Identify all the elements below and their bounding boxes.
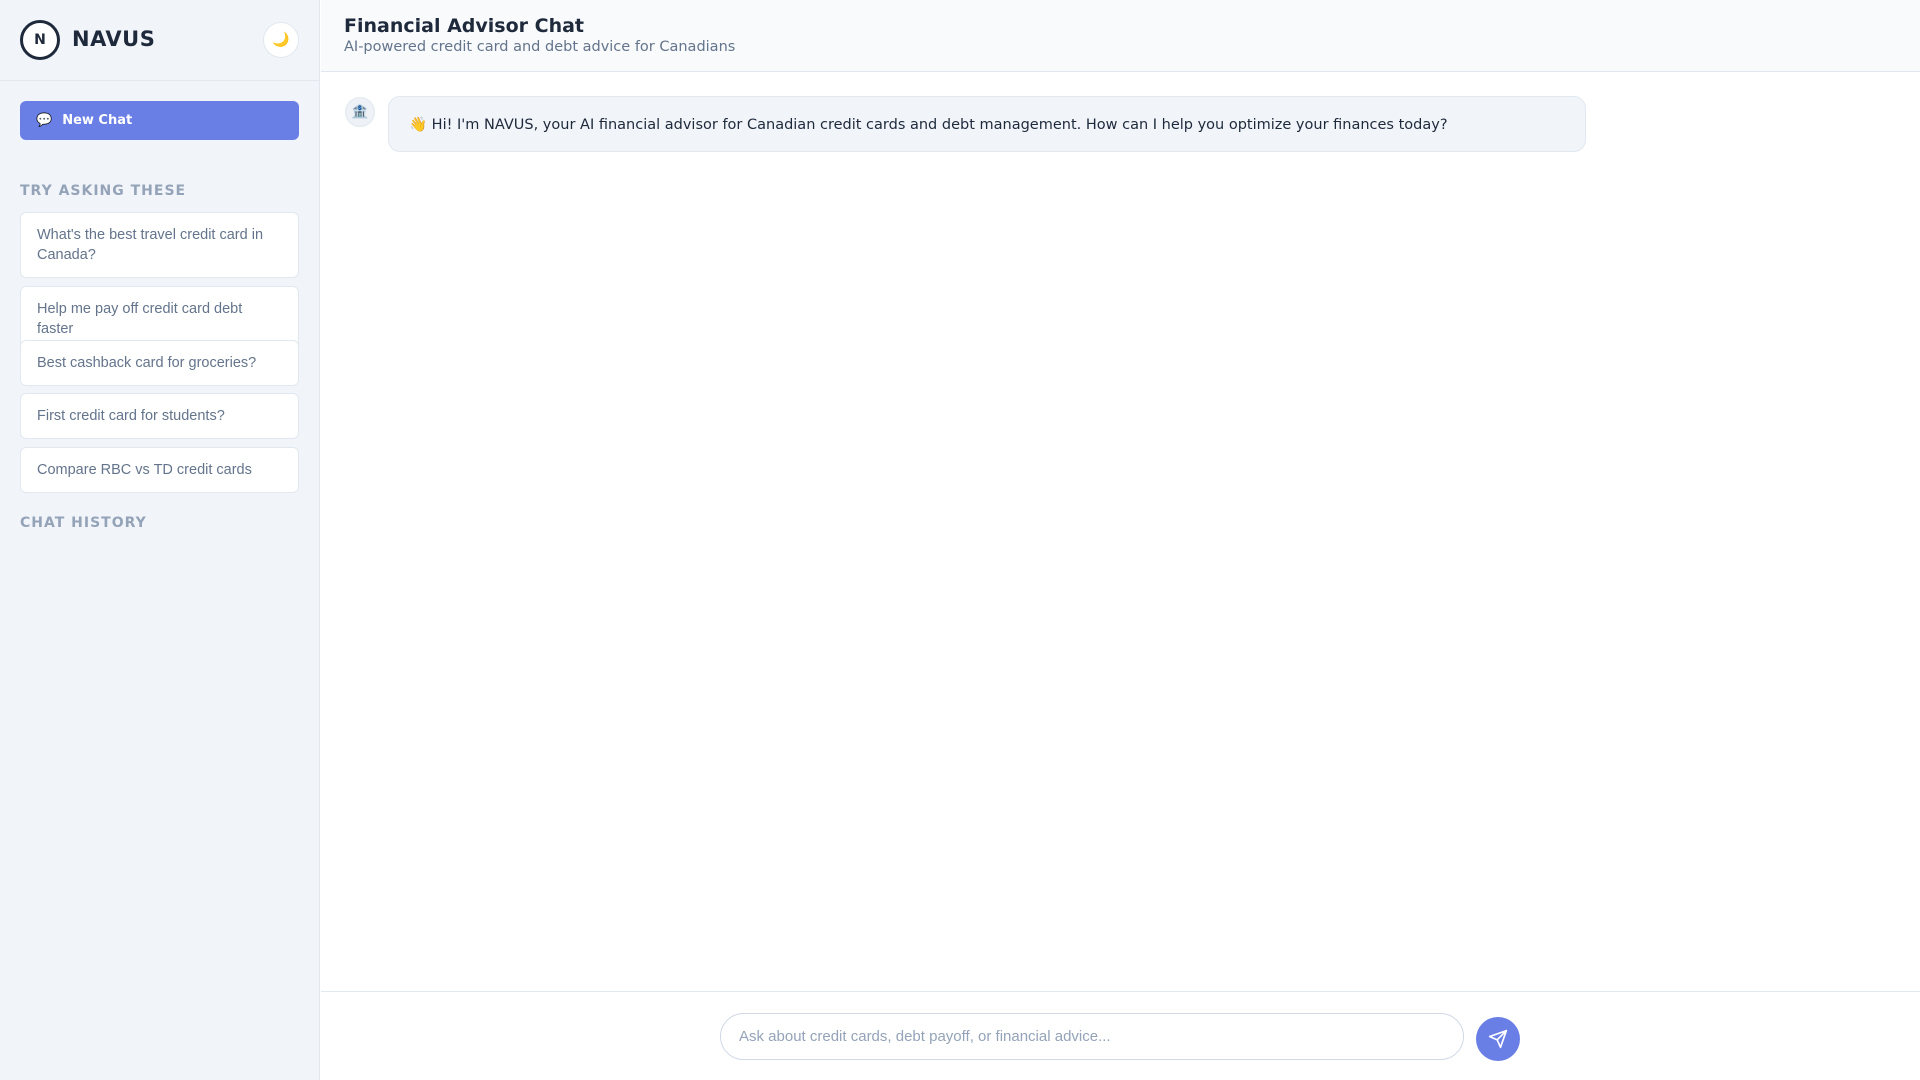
theme-toggle-button[interactable]: 🌙 bbox=[263, 22, 299, 58]
suggestion-travel-card[interactable]: What's the best travel credit card in Ca… bbox=[20, 212, 299, 278]
assistant-message-text: 👋 Hi! I'm NAVUS, your AI financial advis… bbox=[409, 116, 1448, 133]
assistant-avatar: 🏦 bbox=[345, 97, 375, 127]
suggestions-heading: TRY ASKING THESE bbox=[20, 183, 187, 199]
navus-logo: N bbox=[20, 20, 60, 60]
message-input[interactable] bbox=[720, 1013, 1464, 1060]
chat-history-heading: CHAT HISTORY bbox=[20, 515, 147, 531]
suggestion-cashback-groceries[interactable]: Best cashback card for groceries? bbox=[20, 340, 299, 386]
chat-bubble-icon: 💬 bbox=[36, 113, 53, 128]
send-icon bbox=[1488, 1029, 1508, 1049]
suggestion-compare-rbc-td[interactable]: Compare RBC vs TD credit cards bbox=[20, 447, 299, 493]
sidebar: N NAVUS 🌙 💬 New Chat TRY ASKING THESE Wh… bbox=[0, 0, 320, 1080]
new-chat-button[interactable]: 💬 New Chat bbox=[20, 101, 299, 140]
new-chat-label: New Chat bbox=[62, 113, 133, 128]
send-button[interactable] bbox=[1476, 1017, 1520, 1061]
moon-icon: 🌙 bbox=[272, 32, 290, 48]
chat-header: Financial Advisor Chat AI-powered credit… bbox=[321, 0, 1920, 72]
page-title: Financial Advisor Chat bbox=[344, 15, 585, 37]
bank-icon: 🏦 bbox=[351, 104, 369, 120]
assistant-message: 👋 Hi! I'm NAVUS, your AI financial advis… bbox=[388, 96, 1586, 152]
brand-name: NAVUS bbox=[72, 27, 156, 51]
page-subtitle: AI-powered credit card and debt advice f… bbox=[344, 39, 736, 55]
brand-bar: N NAVUS 🌙 bbox=[0, 0, 319, 81]
suggestion-student-card[interactable]: First credit card for students? bbox=[20, 393, 299, 439]
message-composer bbox=[321, 991, 1920, 1080]
